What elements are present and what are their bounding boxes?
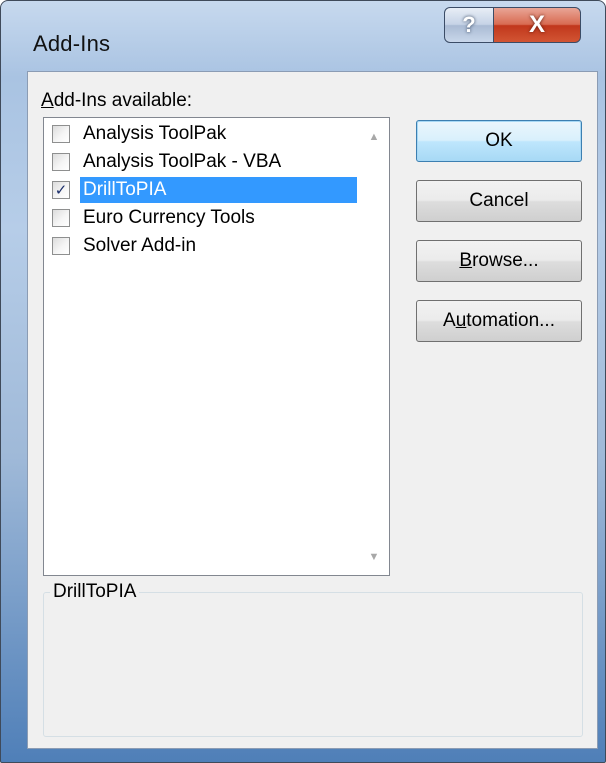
list-item-drilltopia[interactable]: ✓ DrillToPIA — [46, 176, 359, 204]
help-button[interactable]: ? — [444, 7, 494, 43]
browse-button-label: Browse... — [459, 250, 538, 272]
ok-button[interactable]: OK — [416, 120, 582, 162]
list-item-analysis-toolpak[interactable]: Analysis ToolPak — [46, 120, 359, 148]
ok-button-label: OK — [485, 130, 513, 151]
checkbox[interactable] — [52, 209, 70, 227]
title-bar[interactable]: Add-Ins ? X — [1, 1, 605, 63]
list-item-solver-add-in[interactable]: Solver Add-in — [46, 232, 359, 260]
description-group: DrillToPIA — [43, 581, 583, 737]
help-icon: ? — [462, 12, 476, 37]
list-item-analysis-toolpak-vba[interactable]: Analysis ToolPak - VBA — [46, 148, 359, 176]
checkbox-checked[interactable]: ✓ — [52, 181, 70, 199]
automation-text-start: A — [443, 310, 456, 331]
close-button[interactable]: X — [493, 7, 581, 43]
list-item-euro-currency-tools[interactable]: Euro Currency Tools — [46, 204, 359, 232]
checkbox[interactable] — [52, 125, 70, 143]
close-icon: X — [528, 11, 545, 38]
cancel-button[interactable]: Cancel — [416, 180, 582, 222]
add-ins-listbox[interactable]: Analysis ToolPak Analysis ToolPak - VBA … — [43, 117, 390, 576]
dialog-body: Add-Ins available: Analysis ToolPak Anal… — [27, 71, 598, 749]
list-item-label: DrillToPIA — [80, 177, 357, 203]
list-item-label: Solver Add-in — [83, 235, 197, 256]
automation-button[interactable]: Automation... — [416, 300, 582, 342]
list-item-label: Euro Currency Tools — [83, 207, 255, 228]
add-ins-dialog: Add-Ins ? X Add-Ins available: Analysis … — [0, 0, 606, 763]
scroll-up-icon[interactable]: ▲ — [359, 122, 389, 152]
browse-accelerator: B — [459, 250, 473, 271]
label-text: dd-Ins available: — [53, 90, 193, 111]
vertical-scrollbar[interactable]: ▲ ▼ — [359, 118, 389, 575]
browse-button[interactable]: Browse... — [416, 240, 582, 282]
automation-accelerator: u — [455, 310, 467, 331]
cancel-button-label: Cancel — [469, 190, 529, 211]
add-ins-available-label: Add-Ins available: — [41, 90, 192, 112]
checkbox[interactable] — [52, 237, 70, 255]
automation-button-label: Automation... — [443, 310, 555, 332]
browse-text: rowse... — [472, 250, 539, 271]
scroll-down-icon[interactable]: ▼ — [359, 542, 389, 572]
label-accelerator: A — [41, 90, 54, 111]
list-item-label: Analysis ToolPak — [83, 123, 227, 144]
window-title: Add-Ins — [33, 31, 111, 56]
checkbox[interactable] — [52, 153, 70, 171]
description-title: DrillToPIA — [50, 581, 140, 603]
automation-text-end: tomation... — [466, 310, 555, 331]
list-item-label: Analysis ToolPak - VBA — [83, 151, 282, 172]
